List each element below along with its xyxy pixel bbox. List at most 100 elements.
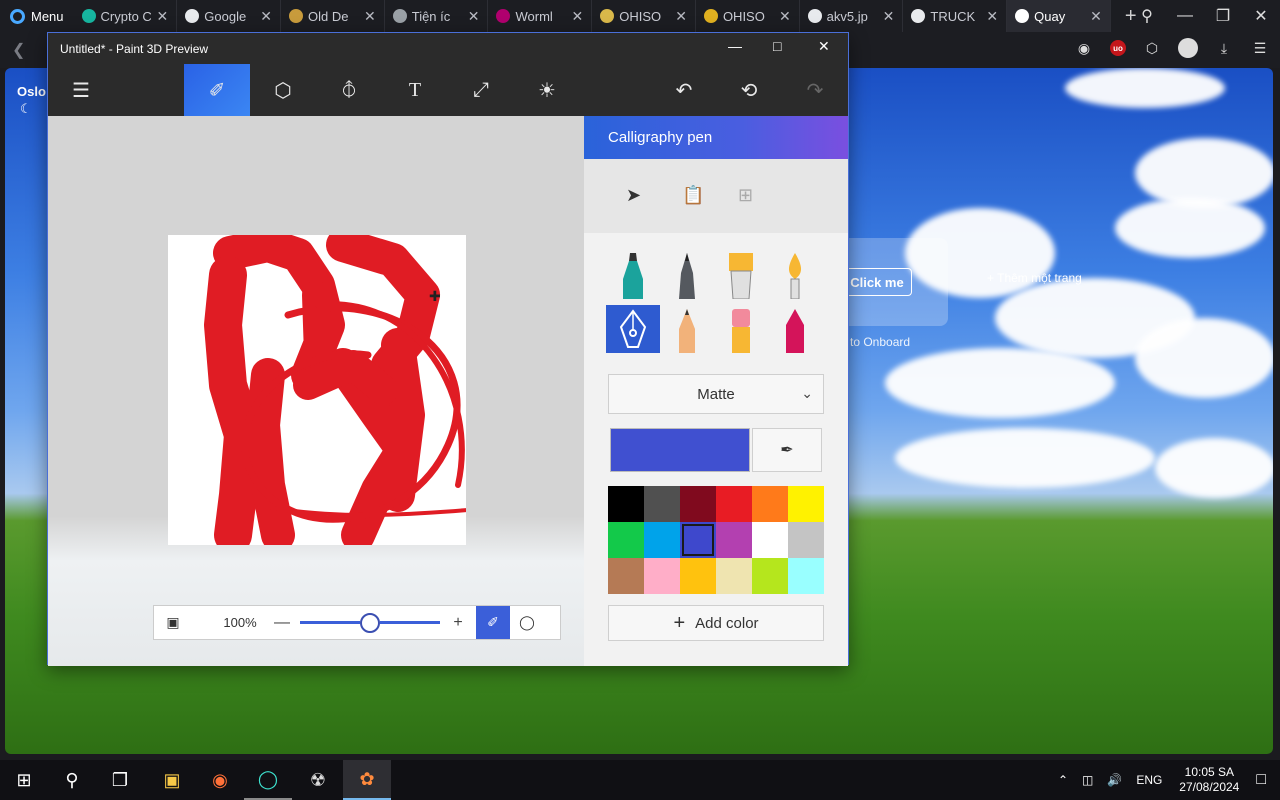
easy-setup-icon[interactable]: ☰ [1250,38,1270,58]
tab-close-icon[interactable]: ✕ [675,8,687,25]
maximize-button[interactable]: □ [773,38,781,54]
camera-icon[interactable]: ◉ [1074,38,1094,58]
firefox-icon[interactable]: ◉ [196,760,244,800]
color-swatch[interactable] [680,522,716,558]
opera-menu-button[interactable]: Menu [0,0,74,32]
color-swatch[interactable] [716,558,752,594]
history-icon[interactable]: ⟲ [716,64,782,116]
browser-tab[interactable]: Tiện íc ✕ [385,0,489,32]
minimize-button[interactable]: — [728,38,742,54]
add-color-button[interactable]: + Add color [608,605,824,641]
browser-tab[interactable]: Worml ✕ [488,0,593,32]
color-swatch[interactable] [752,558,788,594]
clock[interactable]: 10:05 SA 27/08/2024 [1169,765,1249,795]
crayon-icon[interactable] [768,305,822,353]
marker-brush-icon[interactable] [606,251,660,299]
extensions-cube-icon[interactable]: ⬡ [1142,38,1162,58]
effects-icon[interactable]: ☀ [514,64,580,116]
minimize-button[interactable]: — [1166,7,1204,25]
color-swatch[interactable] [680,486,716,522]
color-swatch[interactable] [752,522,788,558]
brushes-icon[interactable]: ✐ [184,64,250,116]
ublock-icon[interactable]: uo [1110,40,1126,56]
gimp-icon[interactable]: ☢ [294,760,342,800]
chevron-up-icon[interactable]: ⌃ [1058,773,1068,787]
task-view-icon[interactable]: ❐ [96,760,144,800]
paint3d-taskbar-icon[interactable]: ✿ [343,760,391,800]
add-page-link[interactable]: + Thêm một trang [987,271,1082,285]
browser-tab[interactable]: Quay ✕ [1007,0,1111,32]
color-swatch[interactable] [644,558,680,594]
browser-tab[interactable]: OHISO ✕ [592,0,696,32]
browser-tab[interactable]: Google ✕ [177,0,281,32]
browser-tab[interactable]: akv5.jp ✕ [800,0,904,32]
tab-close-icon[interactable]: ✕ [779,8,791,25]
current-color-swatch[interactable] [610,428,750,472]
finish-dropdown[interactable]: Matte ⌄ [608,374,824,414]
undo-icon[interactable]: ↶ [651,64,717,116]
opera-gx-icon[interactable]: ◯ [244,760,292,800]
search-icon[interactable]: ⚲ [48,760,96,800]
search-icon[interactable]: ⚲ [1128,6,1166,26]
text-icon[interactable]: T [382,64,448,116]
zoom-slider[interactable] [300,610,440,636]
color-swatch[interactable] [752,486,788,522]
zoom-out-button[interactable]: — [270,614,294,632]
oil-brush-icon[interactable] [714,251,768,299]
tab-close-icon[interactable]: ✕ [364,8,376,25]
eraser-icon[interactable] [714,305,768,353]
calligraphy-pen-2-icon[interactable] [660,251,714,299]
browser-tab[interactable]: TRUCK ✕ [903,0,1008,32]
color-swatch[interactable] [716,486,752,522]
tab-close-icon[interactable]: ✕ [1090,8,1102,25]
calligraphy-pen-icon[interactable] [606,305,660,353]
eyedropper-icon[interactable]: ✒ [752,428,822,472]
zoom-in-button[interactable]: + [446,614,470,632]
download-icon[interactable]: ⤓ [1214,38,1234,58]
watercolor-brush-icon[interactable] [768,251,822,299]
canvas-icon[interactable]: ⤢ [448,64,514,116]
drawing-canvas[interactable] [168,235,466,545]
3d-shapes-icon[interactable]: ⬡ [250,64,316,116]
color-swatch[interactable] [644,486,680,522]
color-swatch[interactable] [788,522,824,558]
color-swatch[interactable] [788,558,824,594]
canvas-workspace[interactable]: ✚ ▣ 100% — + ✐ ◯ [48,116,584,666]
paste-icon[interactable]: 📋 [682,185,704,206]
zoom-percent[interactable]: 100% [210,615,270,630]
browser-tab[interactable]: Old De ✕ [281,0,385,32]
tab-close-icon[interactable]: ✕ [571,8,583,25]
color-swatch[interactable] [608,522,644,558]
menu-icon[interactable]: ☰ [48,64,114,116]
notifications-icon[interactable]: □ [1256,771,1266,789]
tab-close-icon[interactable]: ✕ [468,8,480,25]
color-swatch[interactable] [608,486,644,522]
profile-avatar[interactable] [1178,38,1198,58]
restore-button[interactable]: ❐ [1204,6,1242,26]
tab-close-icon[interactable]: ✕ [986,8,998,25]
redo-icon[interactable]: ↷ [782,64,848,116]
network-icon[interactable]: ◫ [1082,773,1093,787]
browser-tab[interactable]: Crypto Com ✕ [74,0,178,32]
select-cursor-icon[interactable]: ➤ [626,185,641,206]
click-me-button[interactable]: Click me [842,268,912,296]
close-button[interactable]: ✕ [818,38,830,55]
color-swatch[interactable] [680,558,716,594]
pen-mode-icon[interactable]: ✐ [476,606,510,639]
tab-close-icon[interactable]: ✕ [157,8,169,25]
close-button[interactable]: ✕ [1242,6,1280,26]
pencil-icon[interactable] [660,305,714,353]
color-swatch[interactable] [788,486,824,522]
stickers-icon[interactable]: ⦽ [316,64,382,116]
zoom-slider-thumb[interactable] [360,612,380,633]
crop-icon[interactable]: ⊞ [738,185,753,206]
fit-to-screen-icon[interactable]: ▣ [154,614,192,631]
back-arrow-icon[interactable]: ❮ [12,40,25,60]
file-explorer-icon[interactable]: ▣ [148,760,196,800]
tab-close-icon[interactable]: ✕ [883,8,895,25]
view-3d-icon[interactable]: ◯ [510,614,544,631]
tab-close-icon[interactable]: ✕ [260,8,272,25]
color-swatch[interactable] [644,522,680,558]
browser-tab[interactable]: OHISO ✕ [696,0,800,32]
language-indicator[interactable]: ENG [1136,773,1162,787]
